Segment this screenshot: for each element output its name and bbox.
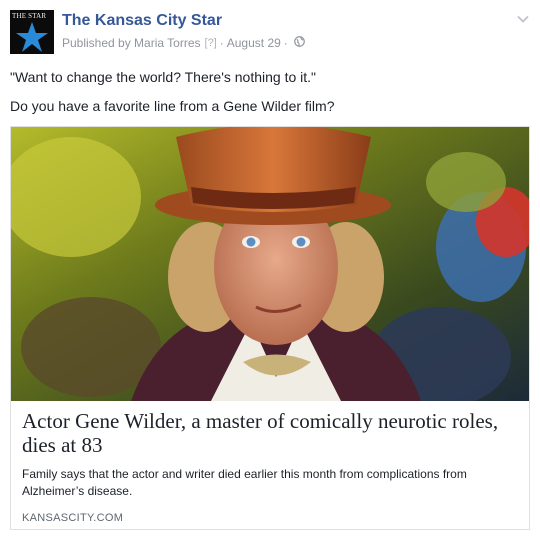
star-logo-icon [16, 22, 48, 52]
message-line-2: Do you have a favorite line from a Gene … [10, 98, 335, 114]
link-preview-description: Family says that the actor and writer di… [22, 467, 467, 498]
facebook-post: THE STAR The Kansas City Star Published … [0, 0, 540, 538]
help-marker[interactable]: [?] [205, 37, 217, 49]
page-name-link[interactable]: The Kansas City Star [62, 12, 222, 30]
link-preview-image[interactable] [11, 127, 529, 401]
meta-separator-2: · [283, 36, 288, 50]
link-preview-domain: KANSASCITY.COM [22, 512, 124, 524]
post-header: THE STAR The Kansas City Star Published … [10, 10, 530, 56]
page-avatar[interactable]: THE STAR [10, 10, 54, 54]
globe-icon [293, 36, 305, 50]
post-message: "Want to change the world? There's nothi… [10, 68, 530, 125]
meta-separator: · [219, 36, 224, 50]
link-preview-body: Actor Gene Wilder, a master of comically… [22, 409, 520, 524]
post-date-link[interactable]: August 29 [227, 36, 281, 50]
message-line-1: "Want to change the world? There's nothi… [10, 69, 317, 85]
post-meta: Published by Maria Torres [?] · August 2… [62, 36, 305, 50]
link-preview-card[interactable]: Actor Gene Wilder, a master of comically… [10, 126, 530, 530]
link-preview-title[interactable]: Actor Gene Wilder, a master of comically… [22, 409, 520, 457]
published-by-text[interactable]: Published by Maria Torres [62, 36, 201, 50]
avatar-wordmark: THE STAR [12, 12, 47, 20]
chevron-down-icon[interactable] [516, 12, 530, 26]
